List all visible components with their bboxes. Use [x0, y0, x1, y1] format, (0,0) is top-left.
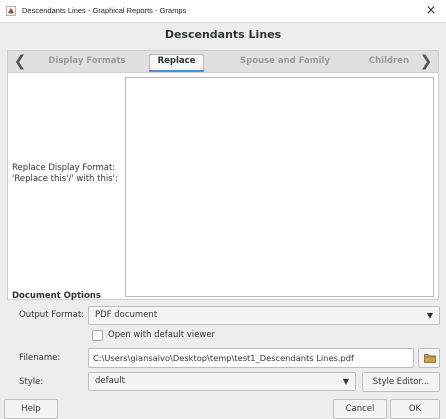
dialog-heading: Descendants Lines: [164, 28, 282, 41]
output-format-value: PDF document: [95, 310, 158, 320]
window-title: Descendants Lines - Graphical Reports - …: [22, 6, 187, 15]
tab-label: Spouse and Family: [240, 56, 330, 66]
close-icon[interactable]: ×: [422, 2, 440, 20]
open-with-viewer-checkbox[interactable]: [92, 330, 103, 341]
replace-format-textarea[interactable]: [125, 77, 434, 297]
dropdown-arrow-icon: ▼: [342, 377, 349, 386]
chevron-right-icon[interactable]: ❯: [416, 51, 436, 73]
style-editor-button[interactable]: Style Editor...: [362, 372, 440, 392]
tab-children[interactable]: Children: [363, 51, 415, 73]
filename-label: Filename:: [19, 353, 61, 363]
replace-format-label-text: Replace Display Format: 'Replace this'/'…: [12, 163, 118, 184]
browse-folder-button[interactable]: [418, 348, 440, 368]
tab-spouse-and-family[interactable]: Spouse and Family: [230, 51, 340, 73]
cancel-button[interactable]: Cancel: [333, 399, 387, 419]
replace-tab-panel: Replace Display Format: 'Replace this'/'…: [7, 72, 439, 300]
open-with-viewer-label[interactable]: Open with default viewer: [108, 330, 215, 340]
report-options-dialog: Descendants Lines ❮ Display Formats Repl…: [0, 22, 446, 419]
tab-replace[interactable]: Replace: [149, 51, 204, 73]
output-format-select[interactable]: PDF document ▼: [88, 306, 440, 325]
style-select[interactable]: default ▼: [88, 372, 356, 391]
document-options-title: Document Options: [12, 291, 101, 301]
output-format-label: Output Format:: [19, 310, 85, 320]
tab-label: Children: [368, 56, 410, 66]
folder-icon: [424, 354, 436, 363]
replace-format-label: Replace Display Format: 'Replace this'/'…: [12, 163, 127, 185]
dropdown-arrow-icon: ▼: [426, 311, 433, 320]
window-titlebar: Descendants Lines - Graphical Reports - …: [0, 0, 446, 22]
tab-label: Replace: [157, 56, 196, 66]
ok-button[interactable]: OK: [390, 399, 440, 419]
gramps-app-icon: [6, 6, 16, 16]
options-tabbar: ❮ Display Formats Replace Spouse and Fam…: [7, 50, 439, 72]
tab-label: Display Formats: [48, 56, 126, 66]
style-label: Style:: [19, 377, 44, 387]
filename-input[interactable]: C:\Users\giansalvo\Desktop\temp\test1_De…: [88, 348, 414, 368]
tab-display-formats[interactable]: Display Formats: [38, 51, 136, 73]
style-value: default: [95, 376, 125, 386]
help-button[interactable]: Help: [4, 399, 58, 419]
chevron-left-icon[interactable]: ❮: [10, 51, 30, 73]
